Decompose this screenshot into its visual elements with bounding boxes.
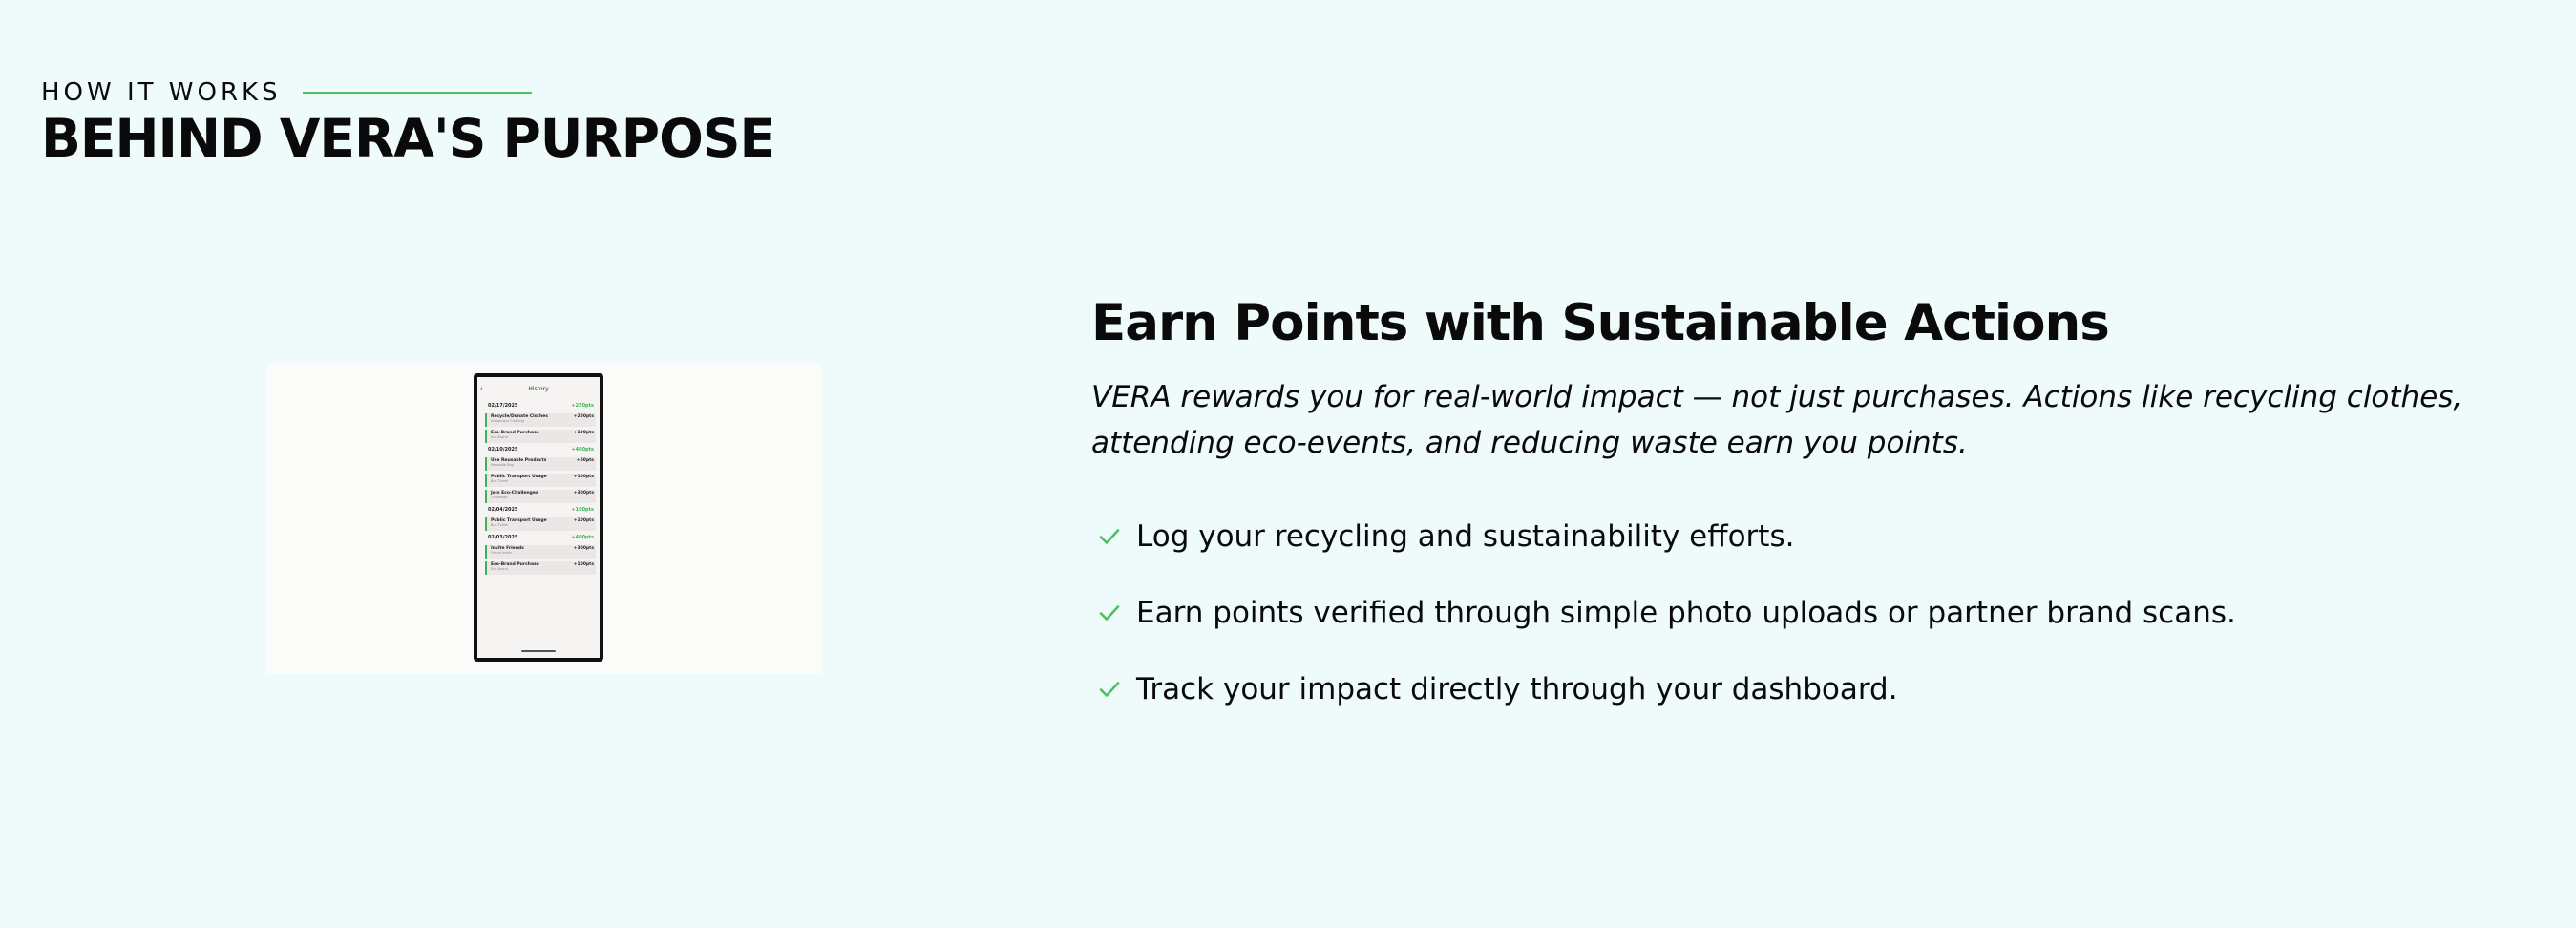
history-date-row: 02/17/2025 +250pts [477, 403, 600, 411]
history-date: 02/04/2025 [488, 507, 518, 513]
history-entry-sub: Bus Ticket [491, 523, 508, 527]
history-entry: Public Transport Usage Bus Ticket +100pts [485, 517, 596, 531]
history-entry: Eco-Brand Purchase Eco Brand +100pts [485, 561, 596, 575]
history-entry-points: +100pts [573, 475, 594, 479]
history-entry: Use Reusable Products Reusable Bag +50pts [485, 457, 596, 471]
section-eyebrow: HOW IT WORKS [41, 78, 282, 107]
section-title: BEHIND VERA'S PURPOSE [41, 108, 775, 169]
history-screen: ‹ History 02/17/2025 +250pts Recycle/Donat… [477, 377, 600, 658]
benefit-list: Log your recycling and sustainability ef… [1098, 498, 2236, 728]
history-date: 02/10/2025 [488, 447, 518, 453]
benefit-item: Earn points verified through simple phot… [1098, 575, 2236, 651]
history-date-row: 02/03/2025 +400pts [477, 535, 600, 542]
benefit-item: Track your impact directly through your … [1098, 651, 2236, 728]
benefit-text: Earn points verified through simple phot… [1136, 596, 2236, 630]
history-list: 02/17/2025 +250pts Recycle/Donate Clothes I… [477, 403, 600, 575]
history-entry-text: Public Transport Usage Bus Ticket [491, 518, 547, 530]
history-entry-sub: Reusable Bag [491, 463, 514, 467]
history-date-total: +400pts [571, 447, 594, 453]
chevron-left-icon: ‹ [480, 385, 483, 392]
history-date-row: 02/04/2025 +100pts [477, 507, 600, 515]
history-entry-points: +250pts [573, 414, 594, 419]
history-entry-text: Eco-Brand Purchase Eco Brand [491, 431, 539, 442]
home-indicator [521, 650, 556, 652]
history-entry-sub: Indigenous Clothing [491, 419, 524, 423]
history-entry-text: Use Reusable Products Reusable Bag [491, 458, 546, 470]
history-entry: Eco-Brand Purchase Eco Brand +100pts [485, 430, 596, 443]
history-date-row: 02/10/2025 +400pts [477, 447, 600, 454]
screen-header: ‹ History [477, 377, 600, 399]
history-entry-sub: Eco Brand [491, 435, 508, 439]
benefit-item: Log your recycling and sustainability ef… [1098, 498, 2236, 575]
history-date: 02/03/2025 [488, 535, 518, 540]
feature-lead: VERA rewards you for real-world impact —… [1091, 380, 2463, 460]
history-entry: Public Transport Usage Bus Ticket +100pts [485, 474, 596, 487]
screen-title: History [528, 386, 549, 392]
eyebrow-divider [302, 92, 532, 94]
history-date-total: +400pts [571, 535, 594, 540]
history-date: 02/17/2025 [488, 403, 518, 409]
history-entry: Invite Friends Friend Invite +300pts [485, 545, 596, 559]
how-it-works-section: HOW IT WORKS BEHIND VERA'S PURPOSE ‹ His… [0, 0, 2576, 928]
history-entry-text: Eco-Brand Purchase Eco Brand [491, 562, 539, 574]
history-entry-points: +100pts [573, 518, 594, 523]
history-date-total: +250pts [571, 403, 594, 409]
history-entry-text: Join Eco-Challenges Challenge [491, 491, 538, 502]
history-entry: Recycle/Donate Clothes Indigenous Clothin… [485, 413, 596, 427]
check-icon [1099, 682, 1120, 697]
history-entry-points: +300pts [573, 491, 594, 496]
history-entry-points: +100pts [573, 431, 594, 435]
benefit-text: Log your recycling and sustainability ef… [1136, 519, 1795, 554]
history-entry-sub: Eco Brand [491, 567, 508, 571]
history-entry-sub: Challenge [491, 496, 508, 499]
feature-title: Earn Points with Sustainable Actions [1091, 294, 2110, 352]
history-entry-text: Public Transport Usage Bus Ticket [491, 475, 547, 486]
history-entry-text: Invite Friends Friend Invite [491, 546, 524, 558]
app-screenshot-card: ‹ History 02/17/2025 +250pts Recycle/Donat… [267, 364, 821, 674]
check-icon [1099, 529, 1120, 544]
check-icon [1099, 605, 1120, 621]
history-entry-sub: Friend Invite [491, 551, 512, 555]
history-entry-sub: Bus Ticket [491, 479, 508, 483]
history-entry-points: +300pts [573, 546, 594, 551]
eyebrow-row: HOW IT WORKS [41, 78, 532, 107]
benefit-text: Track your impact directly through your … [1136, 672, 1898, 707]
history-entry-points: +50pts [576, 458, 594, 463]
phone-mockup: ‹ History 02/17/2025 +250pts Recycle/Donat… [474, 373, 603, 662]
history-date-total: +100pts [571, 507, 594, 513]
history-entry-text: Recycle/Donate Clothes Indigenous Clothin… [491, 414, 548, 426]
history-entry: Join Eco-Challenges Challenge +300pts [485, 490, 596, 503]
history-entry-points: +100pts [573, 562, 594, 567]
